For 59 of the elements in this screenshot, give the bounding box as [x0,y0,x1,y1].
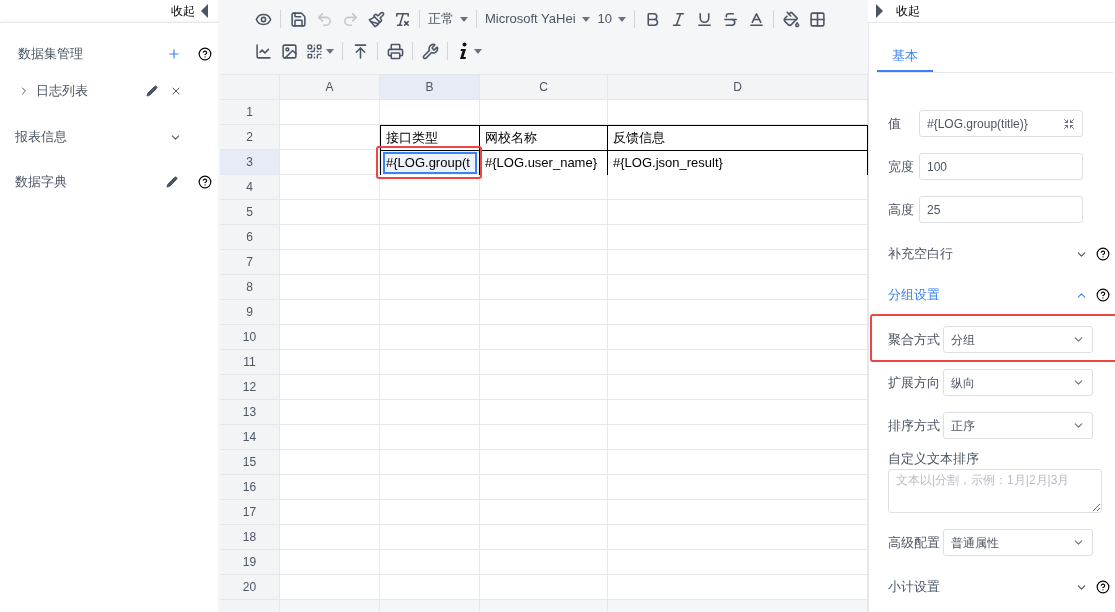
size-dropdown[interactable]: 10 [593,6,631,32]
input-field[interactable]: 25 [919,196,1083,223]
font-dropdown[interactable]: Microsoft YaHei [481,6,594,32]
select-field[interactable]: 分组 [943,326,1093,353]
table-cell[interactable]: #{LOG.user_name} [480,150,608,175]
row-header[interactable]: 6 [220,225,280,250]
table-cell[interactable]: 接口类型 [380,125,480,150]
row-header[interactable]: 9 [220,300,280,325]
field-label: 自定义文本排序 [888,450,980,468]
field-label: 宽度 [888,157,915,176]
row-header[interactable]: 14 [220,425,280,450]
style-dropdown[interactable]: 正常 [424,6,472,32]
tab[interactable]: 基本 [877,42,933,72]
section-title[interactable]: 补充空白行 [888,244,1075,264]
text-area[interactable]: 文本以|分割，示例：1月|2月|3月 [888,469,1102,513]
row-header[interactable]: 5 [220,200,280,225]
table-cell[interactable]: 网校名称 [480,125,608,150]
row-header[interactable]: 8 [220,275,280,300]
field-label: 聚合方式 [888,330,941,349]
row-header[interactable]: 1 [220,100,280,125]
select-field[interactable]: 普通属性 [943,529,1093,556]
dataset-item[interactable]: 日志列表 [36,80,146,101]
collapse-label[interactable]: 收起 [171,2,195,20]
row-header[interactable]: 11 [220,350,280,375]
row-header[interactable]: 15 [220,450,280,475]
field-label: 高级配置 [888,533,941,552]
row-header[interactable]: 17 [220,500,280,525]
row-header[interactable]: 10 [220,325,280,350]
select-field[interactable]: 纵向 [943,369,1093,396]
table-cell[interactable]: #{LOG.json_result} [608,150,868,175]
section-title[interactable]: 报表信息 [15,127,169,147]
table-cell[interactable]: 反馈信息 [608,125,868,150]
collapse-label[interactable]: 收起 [896,2,920,20]
section-title: 数据集管理 [18,44,84,63]
row-header[interactable]: 3 [220,150,280,175]
section-title[interactable]: 小计设置 [888,577,1075,597]
row-header[interactable]: 7 [220,250,280,275]
row-header[interactable]: 20 [220,575,280,600]
value-field[interactable]: #{LOG.group(title)} [919,110,1083,137]
column-header[interactable]: D [608,75,868,100]
field-label: 排序方式 [888,416,941,435]
column-header[interactable]: C [480,75,608,100]
row-header[interactable]: 12 [220,375,280,400]
row-header[interactable]: 4 [220,175,280,200]
row-header[interactable]: 13 [220,400,280,425]
input-field[interactable]: 100 [919,153,1083,180]
section-title[interactable]: 数据字典 [15,172,166,192]
field-label: 高度 [888,200,915,219]
column-header[interactable]: B [380,75,480,100]
select-field[interactable]: 正序 [943,412,1093,439]
row-header[interactable]: 18 [220,525,280,550]
row-header[interactable]: 2 [220,125,280,150]
section-title[interactable]: 分组设置 [888,285,1075,305]
field-label: 扩展方向 [888,373,941,392]
row-header[interactable]: 16 [220,475,280,500]
row-header[interactable]: 19 [220,550,280,575]
field-label: 值 [888,114,902,133]
table-cell[interactable]: #{LOG.group(t [380,150,480,175]
column-header[interactable]: A [280,75,380,100]
